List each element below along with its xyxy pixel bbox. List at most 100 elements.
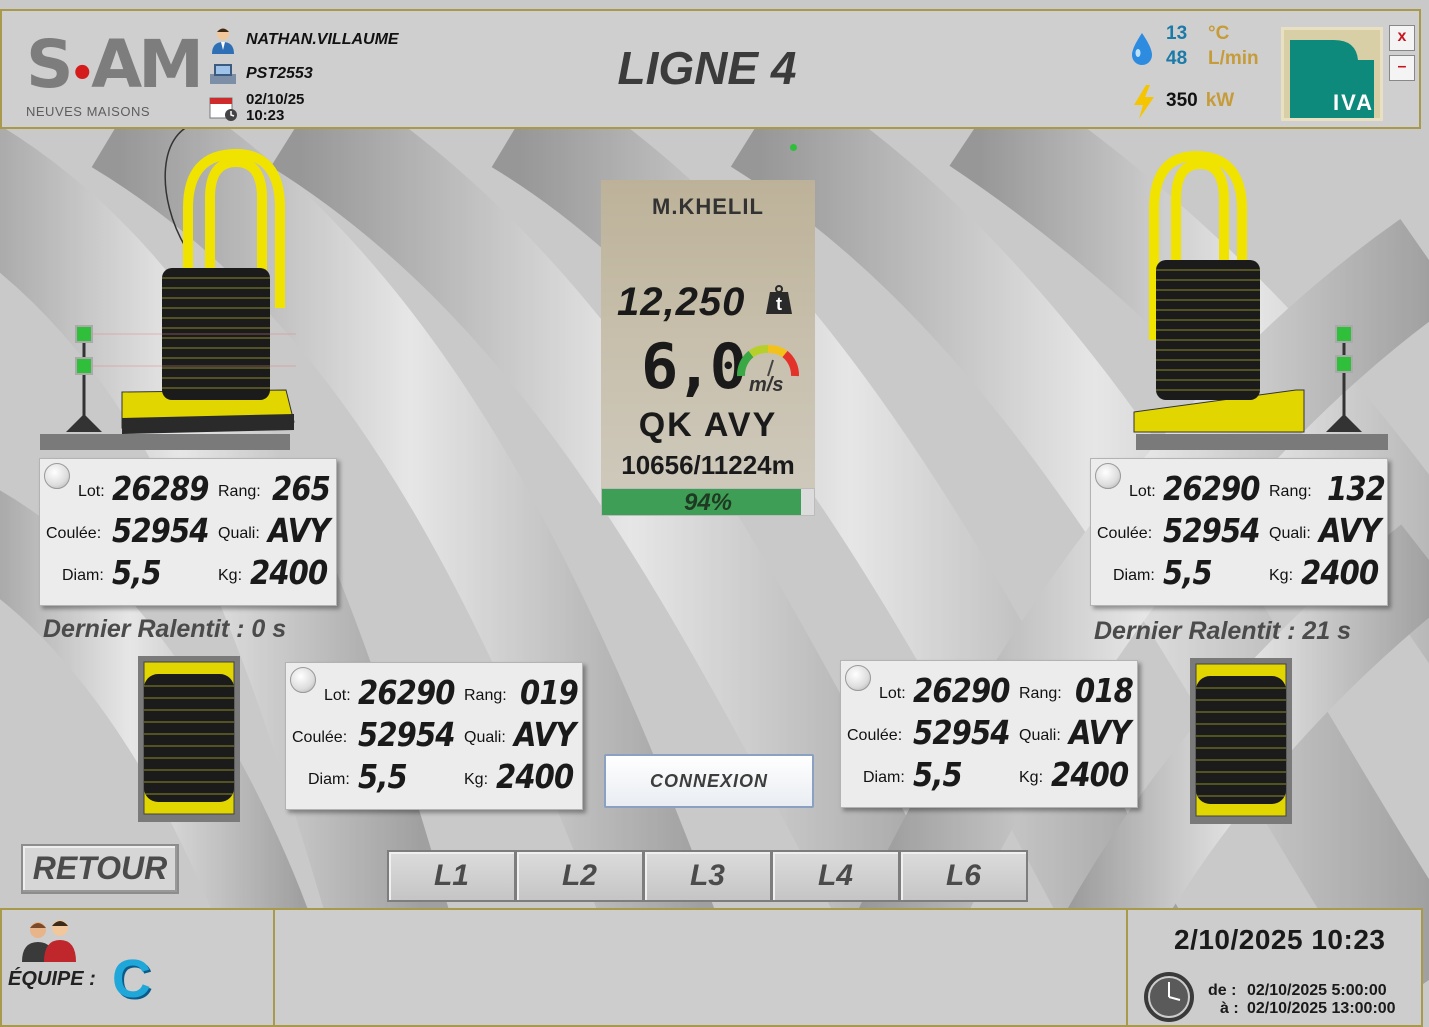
left-coil-stand-graphic: [40, 121, 296, 450]
tonnage-value: 12,250: [617, 280, 746, 324]
footer-bar: ÉQUIPE : C 2/10/2025 10:23 de : 02/10/20…: [0, 908, 1423, 1027]
lot-card-mid-right[interactable]: Lot: 26290 Rang: 018 Coulée: 52954 Quali…: [840, 660, 1138, 808]
rang-value: 132: [1327, 469, 1386, 508]
calendar-icon: [209, 97, 237, 121]
water-temp-unit: °C: [1208, 23, 1230, 44]
coulee-value: 52954: [1163, 511, 1261, 550]
power-row: 350 kW: [1166, 90, 1234, 112]
quality-label: QK AVY: [638, 406, 778, 444]
coulee-value: 52954: [358, 715, 456, 754]
rang-value: 018: [1075, 671, 1134, 710]
lot-label: Lot:: [78, 483, 105, 500]
weight-icon-label: t: [776, 294, 782, 314]
date-small: 02/10/25: [246, 91, 305, 108]
footer-divider: [1126, 910, 1128, 1027]
select-radio[interactable]: [845, 665, 871, 691]
select-radio[interactable]: [290, 667, 316, 693]
footer-divider: [273, 910, 275, 1027]
retour-button[interactable]: RETOUR: [21, 844, 179, 894]
diam-label: Diam:: [863, 769, 905, 786]
diam-value: 5,5: [913, 755, 963, 794]
team-icon: [22, 920, 76, 962]
minimize-button[interactable]: –: [1389, 55, 1415, 81]
sam-logo: S•AM NEUVES MAISONS: [26, 26, 204, 120]
quali-label: Quali:: [464, 729, 506, 746]
coulee-value: 52954: [112, 511, 210, 550]
rang-label: Rang:: [218, 483, 261, 500]
rang-label: Rang:: [1019, 685, 1062, 702]
line-tab-l1[interactable]: L1: [387, 850, 516, 902]
kg-label: Kg:: [1019, 769, 1044, 786]
kg-value: 2400: [1301, 553, 1379, 592]
coulee-value: 52954: [913, 713, 1011, 752]
right-small-coil-graphic: [1190, 658, 1292, 824]
quali-label: Quali:: [218, 525, 260, 542]
line-tab-l3[interactable]: L3: [643, 850, 772, 902]
water-drop-icon: [1132, 33, 1152, 65]
lot-card-top-right[interactable]: Lot: 26290 Rang: 132 Coulée: 52954 Quali…: [1090, 458, 1388, 606]
workstation-icon: [210, 64, 236, 84]
close-button[interactable]: x: [1389, 25, 1415, 51]
lot-value: 26289: [112, 469, 210, 508]
quali-value: AVY: [1069, 713, 1131, 752]
select-radio[interactable]: [44, 463, 70, 489]
rang-value: 265: [272, 469, 331, 508]
status-led: [790, 144, 797, 151]
time-small: 10:23: [246, 107, 285, 124]
shift-to-label: à :: [1220, 1000, 1239, 1017]
clock-icon: [1144, 972, 1194, 1022]
line-selector: L1 L2 L3 L4 L6: [387, 850, 1028, 902]
production-panel: M.KHELIL 12,250 t 6,0 m/s QK AVY 10656/1…: [601, 180, 815, 516]
diam-value: 5,5: [112, 553, 162, 592]
header-bar: S•AM NEUVES MAISONS NATHAN.VILLAUME PST2…: [0, 9, 1421, 129]
kg-value: 2400: [496, 757, 574, 796]
diam-value: 5,5: [1163, 553, 1213, 592]
rang-label: Rang:: [1269, 483, 1312, 500]
water-flow-value: 48: [1166, 48, 1188, 69]
line-tab-l2[interactable]: L2: [515, 850, 644, 902]
team-label: ÉQUIPE :: [8, 968, 96, 990]
lot-label: Lot:: [324, 687, 351, 704]
right-coil-stand-graphic: [1133, 150, 1388, 450]
coulee-label: Coulée:: [46, 525, 102, 542]
speed-value: 6,0: [641, 330, 747, 403]
lot-card-top-left[interactable]: Lot: 26289 Rang: 265 Coulée: 52954 Quali…: [39, 458, 337, 606]
quali-value: AVY: [268, 511, 330, 550]
session-info: NATHAN.VILLAUME PST2553 02/10/25 10:23: [208, 23, 399, 125]
speed-unit: m/s: [749, 374, 784, 396]
quali-label: Quali:: [1019, 727, 1061, 744]
water-flow-row: 48 L/min: [1166, 48, 1259, 70]
select-radio[interactable]: [1095, 463, 1121, 489]
shift-from-value: 02/10/2025 5:00:00: [1247, 982, 1387, 999]
lot-card-mid-left[interactable]: Lot: 26290 Rang: 019 Coulée: 52954 Quali…: [285, 662, 583, 810]
kg-label: Kg:: [1269, 567, 1294, 584]
water-temp-value: 13: [1166, 23, 1188, 44]
left-small-coil-graphic: [138, 656, 240, 822]
rang-label: Rang:: [464, 687, 507, 704]
weight-icon: t: [766, 285, 792, 314]
line-tab-l4[interactable]: L4: [771, 850, 900, 902]
user-name: NATHAN.VILLAUME: [246, 31, 399, 48]
riva-logo: IVA: [1281, 27, 1383, 121]
quali-value: AVY: [514, 715, 576, 754]
water-flow-unit: L/min: [1208, 48, 1259, 69]
operator-name: M.KHELIL: [652, 194, 764, 219]
kg-value: 2400: [1051, 755, 1129, 794]
progress-label: 94%: [683, 489, 733, 516]
lot-label: Lot:: [879, 685, 906, 702]
logo-subtitle: NEUVES MAISONS: [26, 104, 151, 119]
kg-label: Kg:: [218, 567, 243, 584]
connexion-button[interactable]: CONNEXION: [604, 754, 814, 808]
coulee-label: Coulée:: [1097, 525, 1153, 542]
power-value: 350: [1166, 90, 1198, 111]
shift-from-label: de :: [1208, 982, 1237, 999]
user-icon: [212, 28, 234, 54]
lot-value: 26290: [1163, 469, 1261, 508]
power-unit: kW: [1205, 90, 1235, 111]
quali-value: AVY: [1319, 511, 1381, 550]
last-slowdown-left: Dernier Ralentit : 0 s: [43, 615, 287, 643]
lot-label: Lot:: [1129, 483, 1156, 500]
line-tab-l6[interactable]: L6: [899, 850, 1028, 902]
riva-logo-text: IVA: [1332, 90, 1374, 115]
diam-label: Diam:: [1113, 567, 1155, 584]
